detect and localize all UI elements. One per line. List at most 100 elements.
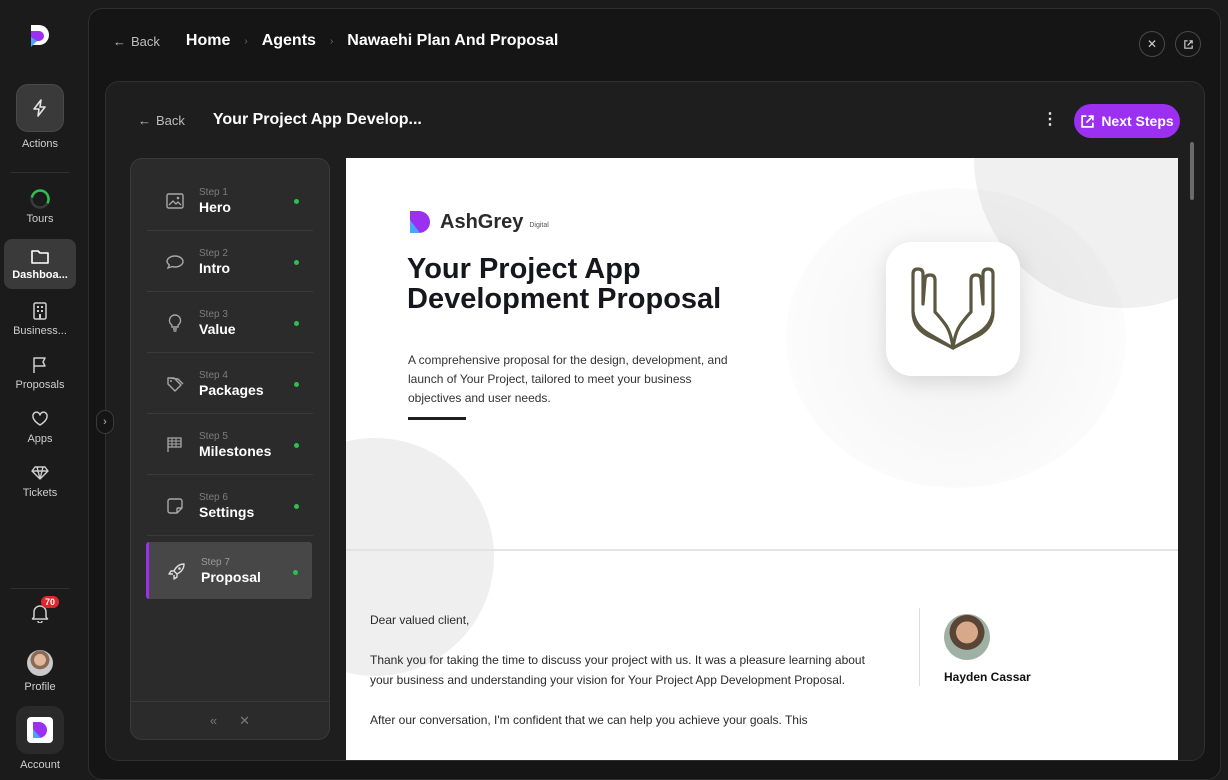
folder-icon [31,250,49,264]
open-external-button[interactable] [1175,31,1201,57]
step-number: Step 3 [199,308,228,320]
more-options-icon[interactable]: ⋮ [1042,112,1058,128]
rail-label: Account [20,759,60,771]
diamond-icon [31,466,49,480]
status-dot [293,570,298,575]
rail-label: Dashboa... [12,269,68,281]
rail-item-business[interactable]: Business... [4,300,76,337]
step-settings[interactable]: Step 6 Settings [147,476,313,536]
step-value[interactable]: Step 3 Value [147,293,313,353]
author-avatar [944,614,990,660]
rail-item-dashboard[interactable]: Dashboa... [4,239,76,289]
rail-label: Profile [24,681,56,693]
top-bar: ← Back Home › Agents › Nawaehi Plan And … [89,9,1220,73]
next-steps-label: Next Steps [1101,113,1174,129]
breadcrumb-home[interactable]: Home [186,32,230,50]
rocket-icon [168,562,185,580]
image-icon [166,192,184,209]
section-divider [346,549,1178,551]
step-name: Value [199,320,236,337]
client-app-icon [886,242,1020,376]
rail-item-profile[interactable]: Profile [4,650,76,693]
step-packages[interactable]: Step 4 Packages [147,354,313,414]
rail-label: Apps [27,433,53,445]
step-name: Packages [199,381,264,398]
cover-letter: Dear valued client, Thank you for taking… [370,610,890,750]
step-proposal[interactable]: Step 7 Proposal [146,542,312,599]
tags-icon [167,376,184,392]
main-panel: ← Back Home › Agents › Nawaehi Plan And … [88,8,1221,780]
editor-header: ← Back Your Project App Develop... [106,82,1204,158]
step-number: Step 2 [199,247,228,259]
proposal-preview: AshGrey Digital Your Project App Develop… [346,158,1178,760]
rail-item-actions[interactable]: Actions [4,84,76,150]
close-icon[interactable]: ✕ [239,713,250,729]
heart-icon [32,411,48,426]
brand-logo: AshGrey Digital [408,210,549,234]
notification-badge: 70 [41,596,60,608]
step-name: Milestones [199,442,272,459]
left-rail: Actions Tours Dashboa... Business... Pro… [0,0,80,780]
expand-sidebar-button[interactable]: › [96,410,114,434]
status-dot [294,382,299,387]
next-steps-button[interactable]: Next Steps [1074,104,1180,138]
note-icon [167,497,183,514]
rail-item-tickets[interactable]: Tickets [4,462,76,499]
back-label: Back [131,33,160,49]
steps-sidebar: Step 1 Hero Step 2 Intro Step 3 Value Step … [130,158,330,740]
chevron-right-icon: › [329,35,334,47]
actions-button[interactable] [16,84,64,132]
steps-footer: « ✕ [131,701,329,739]
rail-item-tours[interactable]: Tours [4,188,76,225]
step-name: Proposal [201,568,261,585]
editor-back-button[interactable]: ← Back [138,113,185,128]
proposal-editor: ← Back Your Project App Develop... ⋮ Nex… [105,81,1205,761]
step-number: Step 5 [199,430,228,442]
chevron-right-icon: › [103,416,107,428]
step-number: Step 6 [199,491,228,503]
author-name: Hayden Cassar [944,670,1031,684]
brand-mark-icon [410,211,430,233]
brand-subtitle: Digital [529,222,549,229]
breadcrumb-agents[interactable]: Agents [262,32,316,50]
notifications-button[interactable]: 70 [4,596,76,627]
rail-label: Tickets [22,487,58,499]
chevron-right-icon: › [244,35,248,47]
rail-label: Proposals [15,379,65,391]
status-dot [294,321,299,326]
step-number: Step 7 [201,556,230,568]
building-icon [33,302,47,320]
step-intro[interactable]: Step 2 Intro [147,232,313,292]
preview-scrollbar[interactable] [1190,142,1194,200]
close-button[interactable]: ✕ [1139,31,1165,57]
rail-item-apps[interactable]: Apps [4,408,76,445]
step-hero[interactable]: Step 1 Hero [147,171,313,231]
arrow-left-icon: ← [138,112,151,128]
status-dot [294,504,299,509]
app-logo[interactable] [28,23,52,49]
account-logo [16,706,64,754]
rail-item-account[interactable]: Account [4,706,76,771]
letter-paragraph: Thank you for taking the time to discuss… [370,653,865,687]
close-icon: ✕ [1146,37,1158,51]
app-window: Actions Tours Dashboa... Business... Pro… [0,0,1228,780]
back-label: Back [156,112,185,128]
author-divider [919,608,920,686]
arrow-left-icon: ← [113,33,126,49]
step-number: Step 1 [199,186,228,198]
rail-label: Tours [26,213,54,225]
rail-item-proposals[interactable]: Proposals [4,354,76,391]
rail-divider [10,172,70,173]
progress-ring-icon [30,189,50,209]
collapse-left-icon[interactable]: « [210,713,217,728]
bolt-icon [33,99,46,117]
flag-checkered-icon [167,436,182,452]
step-name: Hero [199,198,231,215]
hands-logo-icon [911,267,995,350]
letter-paragraph: After our conversation, I'm confident th… [370,713,808,727]
external-link-icon [1183,39,1193,49]
top-back-button[interactable]: ← Back [113,34,160,49]
chat-bubble-icon [166,254,184,269]
proposal-title: Your Project App Development Proposal [407,253,722,315]
step-milestones[interactable]: Step 5 Milestones [147,415,313,475]
